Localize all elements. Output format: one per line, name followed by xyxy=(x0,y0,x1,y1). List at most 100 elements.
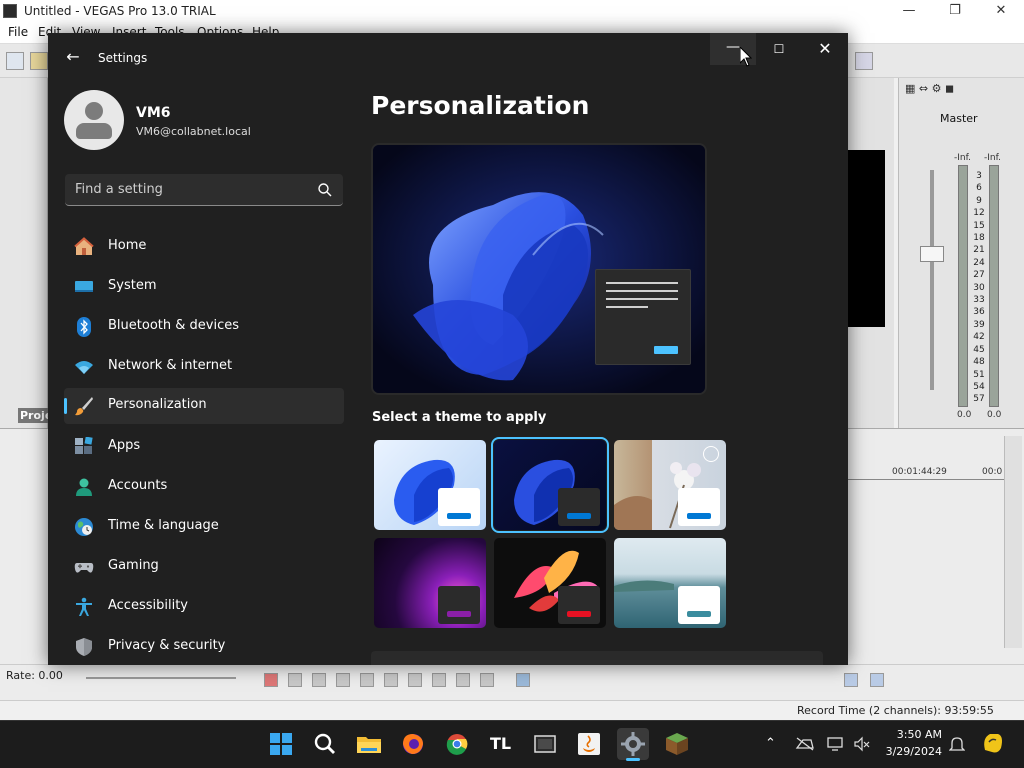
fader-track xyxy=(930,170,934,390)
nav-label-privacy-security: Privacy & security xyxy=(108,638,226,653)
taskbar-file-explorer[interactable] xyxy=(353,728,385,760)
theme-tile-sunrise-lake[interactable] xyxy=(614,538,726,628)
timecode-marker: 00:01:44:29 xyxy=(892,467,947,477)
nav-label-time-language: Time & language xyxy=(108,518,219,533)
level-meter-right xyxy=(989,165,999,407)
theme-preview-card xyxy=(558,586,600,624)
vegas-close-button[interactable]: ✕ xyxy=(978,0,1024,22)
new-project-icon[interactable] xyxy=(6,52,24,70)
theme-preview-card xyxy=(678,586,720,624)
nav-item-privacy-security[interactable]: Privacy & security xyxy=(64,629,344,665)
theme-tile-glow-flower[interactable] xyxy=(614,440,726,530)
maximize-button[interactable]: ☐ xyxy=(756,33,802,65)
loop-icon[interactable] xyxy=(288,673,302,687)
vegas-icon xyxy=(534,735,556,753)
file-explorer-icon xyxy=(357,737,381,753)
notification-bell-icon[interactable] xyxy=(949,735,965,753)
stop-icon[interactable] xyxy=(384,673,398,687)
selected-indicator xyxy=(64,398,67,414)
theme-preview xyxy=(371,143,707,395)
bluetooth-icon xyxy=(77,317,91,337)
peak-left-readout: -Inf. xyxy=(954,153,971,163)
start-button[interactable] xyxy=(265,728,297,760)
mixer-toolbar-icon[interactable]: ▦ ⇔ ⚙ ◼ xyxy=(905,82,1024,98)
theme-preview-card xyxy=(558,488,600,526)
nav-item-bluetooth[interactable]: Bluetooth & devices xyxy=(64,309,344,345)
theme-tile-captured-motion[interactable] xyxy=(494,538,606,628)
user-avatar[interactable] xyxy=(64,90,124,150)
display-icon[interactable] xyxy=(827,736,845,752)
nav-label-apps: Apps xyxy=(108,438,141,453)
theme-accent-bar xyxy=(447,611,471,617)
vegas-restore-button[interactable]: ❐ xyxy=(932,0,978,22)
taskbar-java[interactable] xyxy=(573,728,605,760)
accessibility-icon xyxy=(76,597,92,616)
nav-item-accessibility[interactable]: Accessibility xyxy=(64,589,344,625)
copilot-icon[interactable] xyxy=(980,730,1006,756)
taskbar-firefox[interactable] xyxy=(397,728,429,760)
taskbar-clock-time[interactable]: 3:50 AM xyxy=(882,728,942,741)
nav-item-network[interactable]: Network & internet xyxy=(64,349,344,385)
master-bus-label: Master xyxy=(940,112,978,125)
theme-tile-purple-glow[interactable] xyxy=(374,538,486,628)
pause-icon[interactable] xyxy=(360,673,374,687)
nav-item-home[interactable]: Home xyxy=(64,229,344,265)
avatar-head-icon xyxy=(85,102,103,120)
taskbar-minecraft[interactable] xyxy=(661,728,693,760)
next-settings-row[interactable] xyxy=(371,651,823,665)
settings-search-input[interactable] xyxy=(65,174,315,205)
normal-edit-tool-icon[interactable] xyxy=(516,673,530,687)
settings-icon xyxy=(621,732,645,756)
nav-item-personalization[interactable]: Personalization xyxy=(64,388,344,424)
taskbar-search-button[interactable] xyxy=(309,728,341,760)
taskbar-clock-date[interactable]: 3/29/2024 xyxy=(872,745,942,758)
taskbar-tl-app[interactable]: TL xyxy=(485,728,517,760)
previous-frame-icon[interactable] xyxy=(456,673,470,687)
show-hidden-icons-chevron-icon[interactable]: ⌃ xyxy=(765,736,776,751)
theme-section-heading: Select a theme to apply xyxy=(372,410,547,425)
go-to-start-icon[interactable] xyxy=(408,673,422,687)
settings-window: ← Settings — ☐ ✕ VM6 VM6@collabnet.local… xyxy=(48,33,848,665)
close-button[interactable]: ✕ xyxy=(802,33,848,65)
timeline-vertical-scrollbar[interactable] xyxy=(1004,436,1022,648)
volume-muted-icon[interactable] xyxy=(853,736,871,752)
network-offline-icon[interactable] xyxy=(795,736,815,752)
taskbar-chrome[interactable] xyxy=(441,728,473,760)
vegas-minimize-button[interactable]: — xyxy=(886,0,932,22)
explorer-tool-icon[interactable] xyxy=(855,52,873,70)
taskbar-vegas[interactable] xyxy=(529,728,561,760)
chrome-icon xyxy=(446,734,468,755)
play-from-start-icon[interactable] xyxy=(312,673,326,687)
play-icon[interactable] xyxy=(336,673,350,687)
master-fader-handle[interactable] xyxy=(920,246,944,262)
next-frame-icon[interactable] xyxy=(480,673,494,687)
nav-item-gaming[interactable]: Gaming xyxy=(64,549,344,585)
nav-item-accounts[interactable]: Accounts xyxy=(64,469,344,505)
menu-file[interactable]: File xyxy=(8,25,28,39)
envelope-tool-icon[interactable] xyxy=(870,673,884,687)
nav-label-personalization: Personalization xyxy=(108,397,207,412)
record-icon[interactable] xyxy=(264,673,278,687)
settings-search-box[interactable] xyxy=(65,174,343,206)
theme-tile-dark-bloom[interactable] xyxy=(491,437,609,533)
theme-tile-light-bloom[interactable] xyxy=(374,440,486,530)
search-icon[interactable] xyxy=(317,182,333,198)
nav-item-apps[interactable]: Apps xyxy=(64,429,344,465)
taskbar-settings[interactable] xyxy=(617,728,649,761)
theme-accent-bar xyxy=(687,611,711,617)
theme-preview-card xyxy=(438,586,480,624)
timecode-marker: 00:0 xyxy=(982,467,1003,477)
nav-item-system[interactable]: System xyxy=(64,269,344,305)
selection-tool-icon[interactable] xyxy=(844,673,858,687)
user-email: VM6@collabnet.local xyxy=(136,125,251,138)
back-arrow-icon[interactable]: ← xyxy=(62,47,84,69)
search-icon xyxy=(314,733,335,754)
nav-item-time-language[interactable]: Time & language xyxy=(64,509,344,545)
nav-label-home: Home xyxy=(108,238,147,253)
minecraft-icon xyxy=(666,733,688,755)
meter-scale: 3 6 9 12 15 18 21 24 27 30 33 36 39 42 45 48 51 54 57 xyxy=(970,170,988,406)
open-project-icon[interactable] xyxy=(30,52,48,70)
playback-rate-slider[interactable] xyxy=(86,677,236,679)
meter-scale-label: 30 xyxy=(973,282,985,293)
go-to-end-icon[interactable] xyxy=(432,673,446,687)
